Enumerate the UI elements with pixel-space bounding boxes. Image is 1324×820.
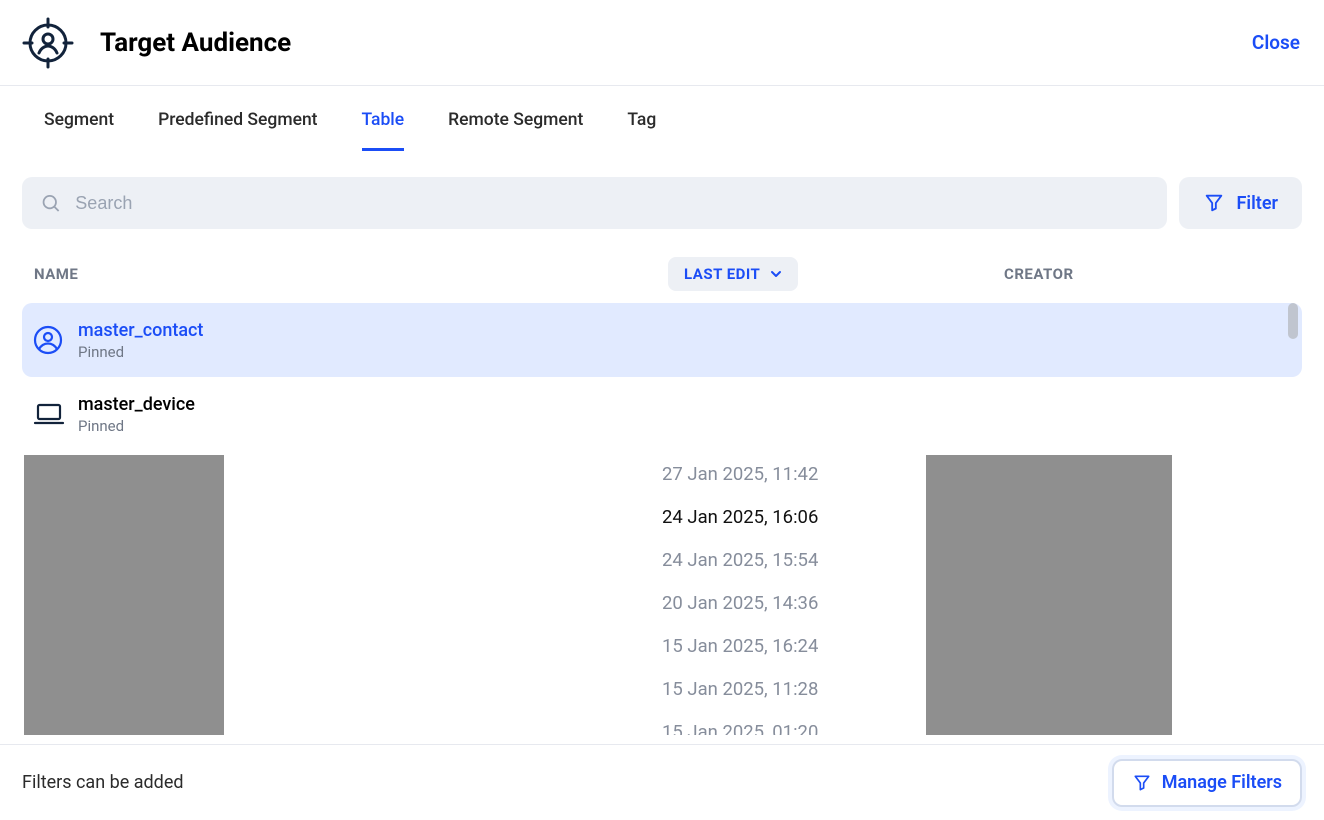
row-sub: Pinned bbox=[78, 343, 666, 361]
redacted-names bbox=[24, 455, 224, 735]
tab-remote-segment[interactable]: Remote Segment bbox=[448, 110, 583, 151]
search-icon bbox=[40, 192, 61, 214]
content-area: Segment Predefined Segment Table Remote Seg… bbox=[0, 86, 1324, 735]
funnel-icon bbox=[1132, 773, 1152, 793]
row-name: master_contact bbox=[78, 320, 666, 341]
row-sub: Pinned bbox=[78, 417, 666, 435]
page-title: Target Audience bbox=[100, 28, 291, 58]
user-circle-icon bbox=[32, 324, 78, 356]
sort-label: LAST EDIT bbox=[684, 265, 760, 283]
date-value: 15 Jan 2025, 01:20 bbox=[662, 721, 818, 735]
tab-table[interactable]: Table bbox=[362, 110, 405, 151]
funnel-icon bbox=[1203, 192, 1225, 214]
column-headers: NAME LAST EDIT CREATOR bbox=[22, 257, 1302, 303]
search-input[interactable] bbox=[75, 193, 1148, 214]
header-left: Target Audience bbox=[20, 15, 291, 71]
redacted-creators bbox=[926, 455, 1172, 735]
tab-tag[interactable]: Tag bbox=[627, 110, 656, 151]
filter-button[interactable]: Filter bbox=[1179, 177, 1302, 229]
header: Target Audience Close bbox=[0, 0, 1324, 86]
target-audience-icon bbox=[20, 15, 76, 71]
column-creator-header[interactable]: CREATOR bbox=[1004, 265, 1290, 283]
tabs: Segment Predefined Segment Table Remote Seg… bbox=[22, 110, 1302, 151]
tab-segment[interactable]: Segment bbox=[44, 110, 114, 151]
row-main: master_device Pinned bbox=[78, 394, 666, 435]
footer: Filters can be added Manage Filters bbox=[0, 744, 1324, 820]
table-body: master_contact Pinned master_device Pinn… bbox=[22, 303, 1302, 735]
tab-predefined-segment[interactable]: Predefined Segment bbox=[158, 110, 317, 151]
date-value: 24 Jan 2025, 15:54 bbox=[662, 549, 818, 572]
close-button[interactable]: Close bbox=[1252, 31, 1300, 54]
column-last-edit-header: LAST EDIT bbox=[668, 257, 1004, 291]
manage-filters-label: Manage Filters bbox=[1162, 772, 1282, 793]
filter-button-label: Filter bbox=[1237, 193, 1278, 214]
date-column: 27 Jan 2025, 11:42 24 Jan 2025, 16:06 24 J… bbox=[662, 463, 818, 735]
date-value: 27 Jan 2025, 11:42 bbox=[662, 463, 818, 486]
sort-last-edit[interactable]: LAST EDIT bbox=[668, 257, 798, 291]
search-row: Filter bbox=[22, 177, 1302, 229]
row-name: master_device bbox=[78, 394, 666, 415]
date-value: 24 Jan 2025, 16:06 bbox=[662, 506, 818, 529]
date-value: 20 Jan 2025, 14:36 bbox=[662, 592, 818, 615]
search-field[interactable] bbox=[22, 177, 1167, 229]
column-name-header[interactable]: NAME bbox=[34, 265, 668, 283]
row-main: master_contact Pinned bbox=[78, 320, 666, 361]
date-value: 15 Jan 2025, 11:28 bbox=[662, 678, 818, 701]
table-row[interactable]: master_device Pinned bbox=[22, 377, 1302, 451]
date-value: 15 Jan 2025, 16:24 bbox=[662, 635, 818, 658]
manage-filters-button[interactable]: Manage Filters bbox=[1112, 759, 1302, 807]
laptop-icon bbox=[32, 397, 78, 431]
chevron-down-icon bbox=[770, 268, 782, 280]
table-row[interactable]: master_contact Pinned bbox=[22, 303, 1302, 377]
scrollbar-thumb[interactable] bbox=[1288, 303, 1298, 339]
footer-hint: Filters can be added bbox=[22, 772, 184, 793]
